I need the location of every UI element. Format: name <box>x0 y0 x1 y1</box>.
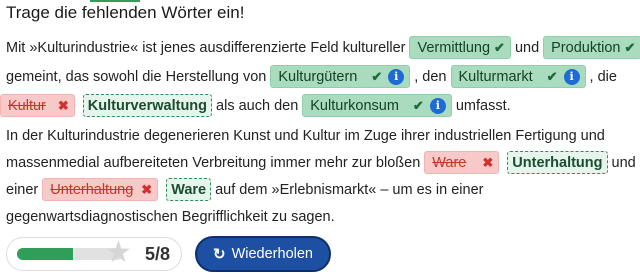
text-segment: gegenwartsdiagnostischen Begrifflichkeit… <box>6 208 335 225</box>
solution-kulturverwaltung: Kulturverwaltung <box>82 94 213 117</box>
cross-icon: ✖ <box>482 154 494 170</box>
star-icon: ★ <box>105 236 132 269</box>
answer-text: Unterhaltung <box>50 181 134 198</box>
text-segment: gemeint, das sowohl die Herstellung von <box>6 68 267 85</box>
retry-icon: ↻ <box>213 246 226 263</box>
footer: ★ 5/8 ↻ Wiederholen <box>6 236 331 272</box>
check-icon: ✔ <box>624 39 636 55</box>
solution-unterhaltung: Unterhaltung <box>507 151 608 174</box>
info-icon[interactable]: i <box>388 68 405 85</box>
answer-text: Vermittlung <box>417 39 491 56</box>
retry-button[interactable]: ↻ Wiederholen <box>195 236 331 272</box>
paragraph-line: gegenwartsdiagnostischen Begrifflichkeit… <box>6 203 636 230</box>
blank-correct-kulturguetern[interactable]: Kulturgütern ✔ i <box>270 65 411 88</box>
cross-icon: ✖ <box>57 97 69 113</box>
answer-text: Ware <box>432 154 467 171</box>
paragraph-line: Mit »Kulturindustrie« ist jenes ausdiffe… <box>6 33 640 62</box>
answer-text: Kulturmarkt <box>458 68 533 85</box>
blank-wrong-unterhaltung[interactable]: Unterhaltung ✖ <box>42 178 159 201</box>
text-segment: auf dem »Erlebnismarkt« – um es in einer <box>215 181 484 198</box>
progress-bar-fill <box>17 248 74 260</box>
progress-bar: ★ <box>17 238 132 268</box>
solution-ware: Ware <box>166 178 212 201</box>
paragraph-line: gemeint, das sowohl die Herstellung von … <box>6 62 636 91</box>
check-icon: ✔ <box>412 97 424 113</box>
paragraph-1: Mit »Kulturindustrie« ist jenes ausdiffe… <box>0 33 640 120</box>
text-segment: und <box>514 39 540 56</box>
text-segment: In der Kulturindustrie degenerieren Kuns… <box>6 127 605 144</box>
paragraph-line: massenmedial aufbereiteten Verbreitung i… <box>6 149 640 176</box>
answer-text: Kulturkonsum <box>310 97 399 114</box>
text-segment: als auch den <box>216 97 299 114</box>
blank-correct-produktion[interactable]: Produktion ✔ <box>543 36 640 59</box>
info-icon[interactable]: i <box>563 68 580 85</box>
answer-text: Kulturgütern <box>278 68 358 85</box>
info-icon[interactable]: i <box>429 97 446 114</box>
answer-text: Kultur <box>8 97 46 114</box>
paragraph-line: einer Unterhaltung ✖ Ware auf dem »Erleb… <box>6 176 636 203</box>
cross-icon: ✖ <box>141 181 153 197</box>
text-segment: Mit »Kulturindustrie« ist jenes ausdiffe… <box>6 39 406 56</box>
blank-correct-kulturkonsum[interactable]: Kulturkonsum ✔ i <box>302 94 452 117</box>
paragraph-line: In der Kulturindustrie degenerieren Kuns… <box>6 122 636 149</box>
text-segment: massenmedial aufbereiteten Verbreitung i… <box>6 154 421 171</box>
page-title: Trage die fehlenden Wörter ein! <box>6 3 245 22</box>
score-box: ★ 5/8 <box>6 237 182 271</box>
paragraph-2: In der Kulturindustrie degenerieren Kuns… <box>6 122 640 230</box>
text-segment: und zu <box>611 154 640 171</box>
check-icon: ✔ <box>546 68 558 84</box>
check-icon: ✔ <box>371 68 383 84</box>
retry-button-label: Wiederholen <box>231 246 313 262</box>
text-segment: , den <box>414 68 447 85</box>
blank-wrong-ware[interactable]: Ware ✖ <box>424 151 500 174</box>
check-icon: ✔ <box>494 39 505 55</box>
blank-wrong-kultur[interactable]: Kultur ✖ <box>0 94 75 117</box>
text-segment: einer <box>6 181 39 198</box>
text-segment: umfasst. <box>455 97 511 114</box>
paragraph-line: Kultur ✖ Kulturverwaltung als auch den K… <box>0 91 636 120</box>
blank-correct-kulturmarkt[interactable]: Kulturmarkt ✔ i <box>450 65 586 88</box>
answer-text: Produktion <box>551 39 621 56</box>
text-segment: , die <box>589 68 617 85</box>
score-text: 5/8 <box>145 243 171 264</box>
blank-correct-vermittlung[interactable]: Vermittlung ✔ <box>409 36 511 59</box>
